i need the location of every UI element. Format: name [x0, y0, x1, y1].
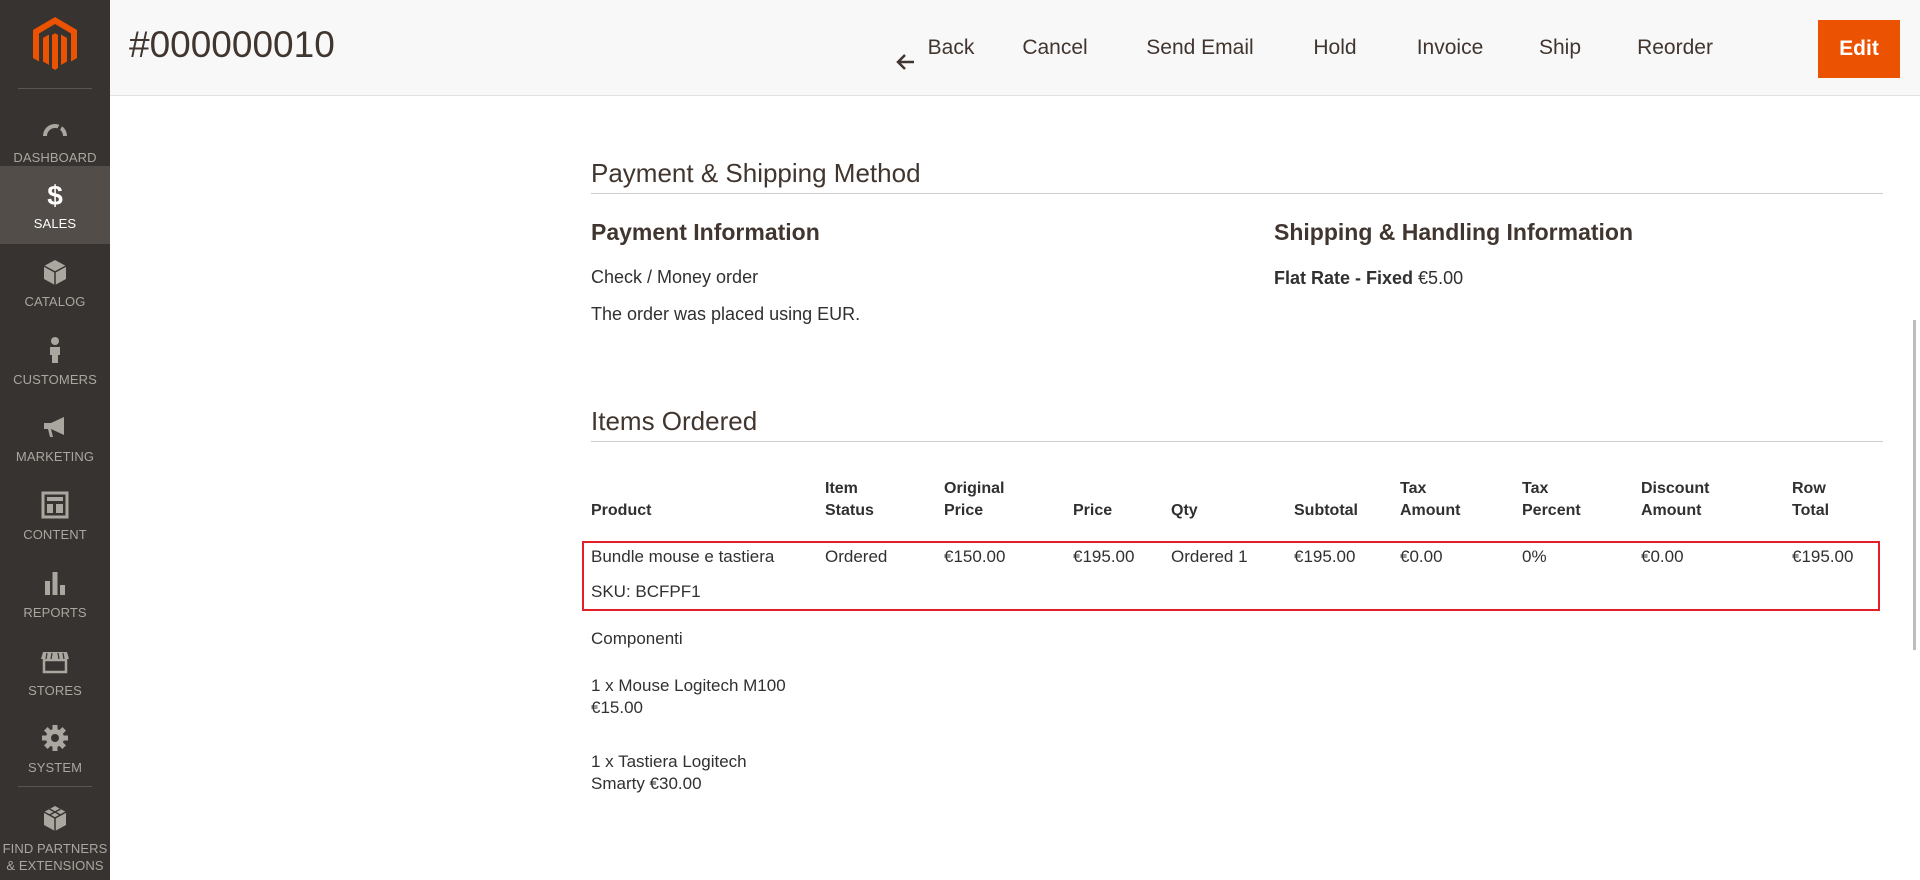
sidebar-item-stores[interactable]: STORES — [0, 633, 110, 711]
page-header: #000000010 Back Cancel Send Email Hold I… — [110, 0, 1920, 96]
back-button[interactable]: Back — [885, 20, 985, 76]
tax-amount: €0.00 — [1400, 547, 1443, 566]
column-header-qty: Qty — [1171, 502, 1198, 519]
header-line: Status — [825, 502, 874, 519]
discount-amount: €0.00 — [1641, 547, 1684, 566]
column-header-tax-amount: Tax Amount — [1400, 478, 1460, 522]
subtotal: €195.00 — [1294, 547, 1356, 566]
tax-percent: 0% — [1522, 547, 1547, 566]
blocks-icon — [41, 804, 69, 832]
reorder-button[interactable]: Reorder — [1620, 20, 1730, 76]
arrow-left-icon — [895, 38, 916, 71]
column-header-item-status: Item Status — [825, 478, 874, 522]
header-line: Tax — [1522, 480, 1549, 497]
sidebar-item-marketing[interactable]: MARKETING — [0, 399, 110, 477]
page-scrollbar[interactable] — [1913, 320, 1916, 650]
invoice-button[interactable]: Invoice — [1400, 20, 1500, 76]
sidebar-label-line: FIND PARTNERS — [2, 841, 108, 856]
sidebar-item-label: STORES — [28, 683, 82, 698]
currency-note: The order was placed using EUR. — [591, 304, 861, 324]
sidebar-item-label: SALES — [33, 216, 77, 231]
gear-icon — [41, 724, 69, 752]
column-header-tax-percent: Tax Percent — [1522, 478, 1581, 522]
bar-chart-icon — [41, 569, 69, 597]
sidebar-item-find-partners[interactable]: FIND PARTNERS & EXTENSIONS — [0, 790, 110, 880]
shipping-method: Flat Rate - Fixed — [1274, 268, 1414, 288]
qty: Ordered 1 — [1171, 547, 1248, 566]
megaphone-icon — [41, 413, 69, 441]
back-button-label: Back — [927, 36, 975, 59]
component-item-price: Smarty €30.00 — [591, 774, 702, 793]
column-header-row-total: Row Total — [1792, 478, 1829, 522]
edit-button[interactable]: Edit — [1818, 20, 1900, 78]
payment-method: Check / Money order — [591, 267, 759, 287]
layout-icon — [41, 491, 69, 519]
sidebar-item-content[interactable]: CONTENT — [0, 477, 110, 555]
header-line: Amount — [1641, 502, 1702, 519]
store-icon — [41, 647, 69, 675]
shipping-method-line: Flat Rate - Fixed €5.00 — [1274, 268, 1463, 289]
column-header-original-price: Original Price — [944, 478, 1004, 522]
ship-button[interactable]: Ship — [1525, 20, 1595, 76]
header-line: Row — [1792, 480, 1826, 497]
payment-shipping-section-title: Payment & Shipping Method — [591, 158, 1883, 194]
cancel-button[interactable]: Cancel — [1010, 20, 1100, 76]
component-item-price: €15.00 — [591, 698, 643, 717]
shipping-price: €5.00 — [1418, 268, 1464, 288]
component-item: 1 x Mouse Logitech M100 — [591, 676, 786, 695]
sidebar-item-sales[interactable]: $ SALES — [0, 166, 110, 244]
admin-sidebar: DASHBOARD $ SALES CATALOG CUSTOMERS MARK… — [0, 0, 110, 880]
sidebar-label-line: & EXTENSIONS — [6, 858, 104, 873]
column-header-product: Product — [591, 502, 652, 519]
price: €195.00 — [1073, 547, 1135, 566]
sidebar-item-label: FIND PARTNERS & EXTENSIONS — [0, 840, 110, 874]
sidebar-item-label: DASHBOARD — [13, 150, 97, 165]
magento-logo-icon[interactable] — [30, 15, 80, 73]
sidebar-item-label: CATALOG — [24, 294, 86, 309]
send-email-button[interactable]: Send Email — [1130, 20, 1270, 76]
original-price: €150.00 — [944, 547, 1006, 566]
header-line: Original — [944, 480, 1005, 497]
sidebar-divider — [18, 786, 92, 787]
column-header-subtotal: Subtotal — [1294, 502, 1358, 519]
sidebar-item-catalog[interactable]: CATALOG — [0, 244, 110, 322]
header-line: Price — [944, 502, 984, 519]
sidebar-item-reports[interactable]: REPORTS — [0, 555, 110, 633]
dollar-icon: $ — [41, 180, 69, 211]
header-line: Amount — [1400, 502, 1461, 519]
sidebar-item-label: CUSTOMERS — [13, 372, 97, 387]
header-line: Item — [825, 480, 858, 497]
sidebar-item-label: REPORTS — [23, 605, 87, 620]
hold-button[interactable]: Hold — [1300, 20, 1370, 76]
sidebar-item-label: SYSTEM — [27, 760, 83, 775]
shipping-info-title: Shipping & Handling Information — [1274, 219, 1634, 245]
sidebar-item-label: MARKETING — [15, 449, 95, 464]
items-ordered-section-title: Items Ordered — [591, 406, 1883, 442]
sidebar-divider — [18, 88, 92, 89]
column-header-price: Price — [1073, 502, 1113, 519]
component-item: 1 x Tastiera Logitech — [591, 752, 747, 771]
header-line: Tax — [1400, 480, 1427, 497]
page-title: #000000010 — [129, 24, 335, 65]
svg-text:$: $ — [47, 180, 63, 208]
sidebar-item-label: CONTENT — [23, 527, 87, 542]
header-line: Total — [1792, 502, 1830, 519]
box-icon — [41, 258, 69, 286]
row-total: €195.00 — [1792, 547, 1854, 566]
product-sku: SKU: BCFPF1 — [591, 582, 701, 601]
header-line: Percent — [1522, 502, 1581, 519]
components-label: Componenti — [591, 629, 683, 648]
person-icon — [41, 336, 69, 364]
sidebar-item-system[interactable]: SYSTEM — [0, 710, 110, 788]
column-header-discount-amount: Discount Amount — [1641, 478, 1709, 522]
payment-info-title: Payment Information — [591, 219, 820, 245]
product-name: Bundle mouse e tastiera — [591, 547, 775, 566]
sidebar-item-customers[interactable]: CUSTOMERS — [0, 322, 110, 400]
header-line: Discount — [1641, 480, 1710, 497]
dashboard-icon — [41, 114, 69, 142]
item-status: Ordered — [825, 547, 888, 566]
